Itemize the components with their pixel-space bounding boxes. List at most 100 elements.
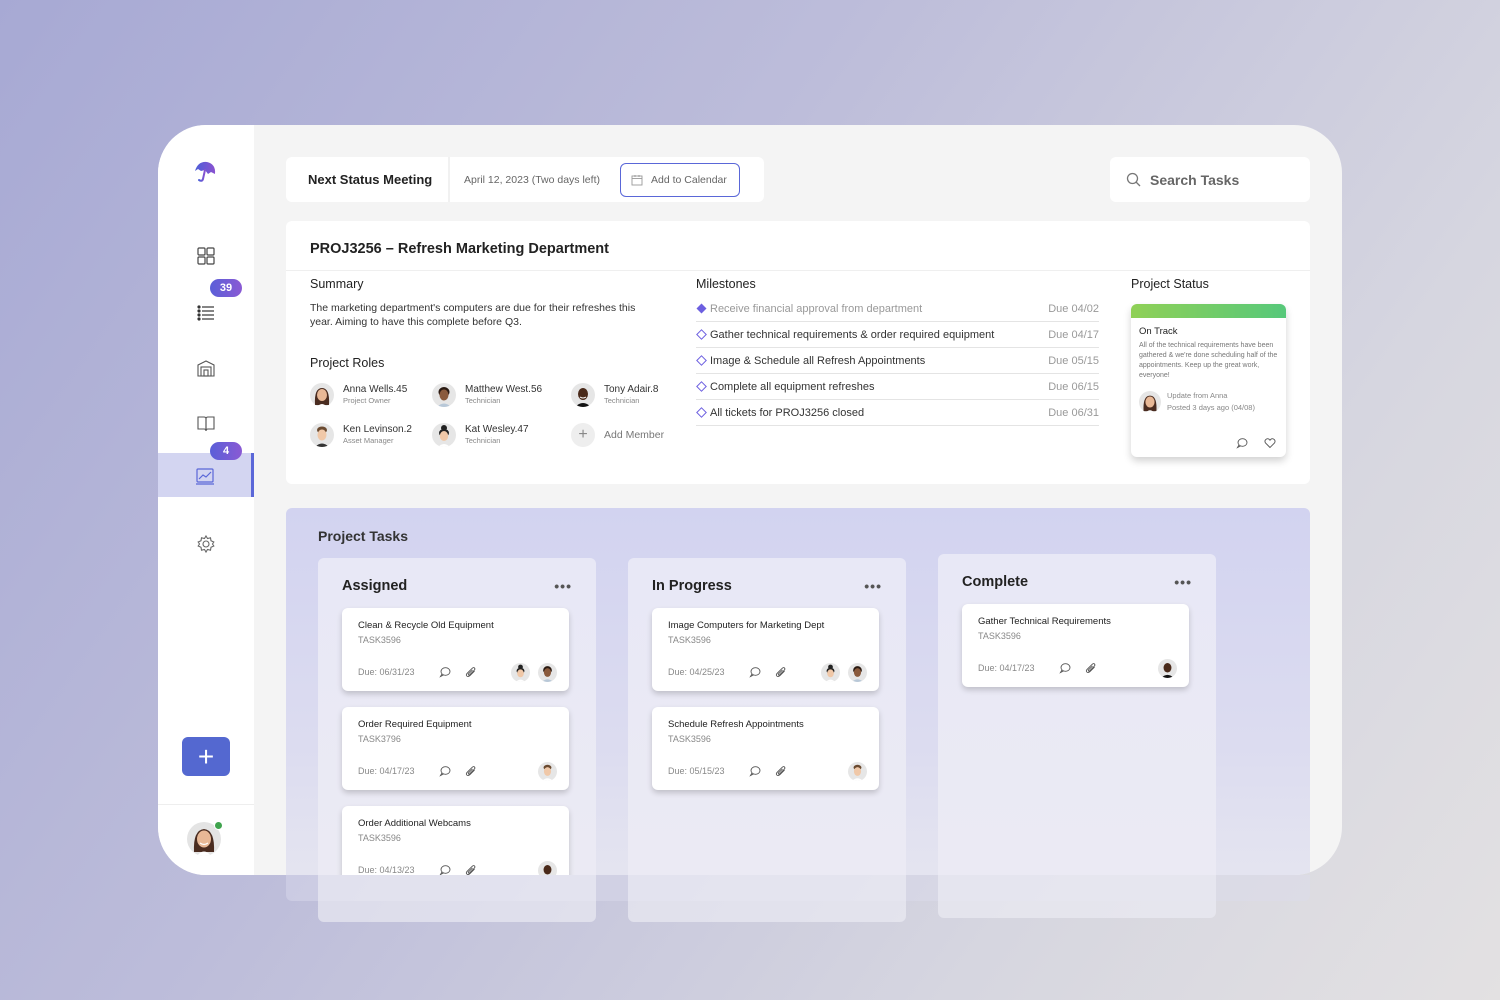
more-options-icon[interactable]: ••• <box>1174 574 1192 590</box>
tasks-badge: 39 <box>210 279 242 297</box>
paperclip-icon[interactable] <box>775 666 787 678</box>
status-card[interactable]: On Track All of the technical requiremen… <box>1131 304 1286 457</box>
task-due-date: Due: 06/31/23 <box>358 667 415 677</box>
paperclip-icon[interactable] <box>465 666 477 678</box>
sidebar-item-docs[interactable] <box>158 401 254 445</box>
role-item[interactable]: Anna Wells.45 Project Owner <box>310 383 407 407</box>
task-card[interactable]: Order Required Equipment TASK3796 Due: 04/… <box>342 707 569 790</box>
more-options-icon[interactable]: ••• <box>864 578 882 594</box>
milestone-label: Complete all equipment refreshes <box>710 380 875 393</box>
task-due-date: Due: 04/13/23 <box>358 865 415 875</box>
paperclip-icon[interactable] <box>1085 662 1097 674</box>
milestone-label: Image & Schedule all Refresh Appointment… <box>710 354 926 367</box>
comment-icon[interactable] <box>749 765 761 777</box>
assignee-avatar <box>538 762 557 781</box>
role-item[interactable]: Ken Levinson.2 Asset Manager <box>310 423 412 447</box>
more-options-icon[interactable]: ••• <box>554 578 572 594</box>
task-name: Gather Technical Requirements <box>978 616 1111 627</box>
task-card[interactable]: Gather Technical Requirements TASK3596 Due… <box>962 604 1189 687</box>
sidebar: 39 4 + <box>158 125 254 875</box>
task-card[interactable]: Schedule Refresh Appointments TASK3596 Due… <box>652 707 879 790</box>
search-icon <box>1126 172 1141 187</box>
sidebar-item-reports[interactable]: 4 <box>158 442 254 497</box>
task-card[interactable]: Clean & Recycle Old Equipment TASK3596 Due… <box>342 608 569 691</box>
sidebar-item-settings[interactable] <box>158 522 254 566</box>
paperclip-icon[interactable] <box>465 765 477 777</box>
task-assignees <box>538 762 557 781</box>
paperclip-icon[interactable] <box>775 765 787 777</box>
avatar <box>432 383 456 407</box>
column-overflow <box>318 875 596 922</box>
paperclip-icon[interactable] <box>465 864 477 875</box>
sidebar-item-dashboard[interactable] <box>158 234 254 278</box>
summary-text: The marketing department's computers are… <box>310 302 636 328</box>
add-member-button[interactable]: + Add Member <box>571 423 664 447</box>
task-actions <box>1059 662 1097 674</box>
milestone-due: Due 05/15 <box>1048 354 1099 367</box>
comment-icon[interactable] <box>439 765 451 777</box>
project-tasks-heading: Project Tasks <box>318 528 409 544</box>
task-actions <box>439 765 477 777</box>
milestones-list: Receive financial approval from departme… <box>696 296 1099 426</box>
milestone-due: Due 04/02 <box>1048 302 1099 315</box>
sidebar-item-warehouse[interactable] <box>158 346 254 390</box>
milestone-item[interactable]: Gather technical requirements & order re… <box>696 322 1099 348</box>
comment-icon[interactable] <box>439 864 451 875</box>
diamond-outline-icon <box>696 381 710 392</box>
diamond-outline-icon <box>696 407 710 418</box>
heart-icon[interactable] <box>1264 437 1276 449</box>
add-to-calendar-button[interactable]: Add to Calendar <box>620 162 740 197</box>
add-new-button[interactable]: + <box>182 737 230 776</box>
milestone-item[interactable]: Image & Schedule all Refresh Appointment… <box>696 348 1099 374</box>
comment-icon[interactable] <box>749 666 761 678</box>
role-item[interactable]: Kat Wesley.47 Technician <box>432 423 529 447</box>
column-title: Assigned <box>342 578 408 594</box>
search-input[interactable] <box>1150 171 1300 188</box>
diamond-filled-icon <box>696 303 710 314</box>
search-box[interactable] <box>1110 157 1310 202</box>
role-name: Anna Wells.45 <box>343 384 408 395</box>
reports-badge: 4 <box>210 442 242 460</box>
status-author: Update from Anna <box>1167 391 1228 400</box>
avatar <box>1139 391 1161 413</box>
diamond-outline-icon <box>696 329 710 340</box>
umbrella-logo-icon[interactable] <box>192 159 218 185</box>
milestone-due: Due 04/17 <box>1048 328 1099 341</box>
task-id: TASK3596 <box>668 635 711 645</box>
comment-icon[interactable] <box>1059 662 1071 674</box>
milestone-item[interactable]: Receive financial approval from departme… <box>696 296 1099 322</box>
milestone-item[interactable]: Complete all equipment refreshes Due 06/… <box>696 374 1099 400</box>
column-overflow <box>628 875 906 922</box>
milestone-item[interactable]: All tickets for PROJ3256 closed Due 06/3… <box>696 400 1099 426</box>
task-due-date: Due: 04/17/23 <box>358 766 415 776</box>
project-tasks-panel: Project Tasks Assigned ••• Clean & Recycle… <box>286 508 1310 875</box>
app-window: 39 4 + Next Status Meeting April 12, 202… <box>158 125 1342 875</box>
summary-heading: Summary <box>310 277 364 291</box>
sidebar-item-tasks[interactable]: 39 <box>158 279 254 334</box>
status-actions <box>1236 437 1276 449</box>
task-assignees <box>1158 659 1177 678</box>
online-status-indicator <box>214 821 223 830</box>
column-assigned: Assigned ••• Clean & Recycle Old Equipment… <box>318 558 596 875</box>
assignee-avatar <box>511 663 530 682</box>
comment-icon[interactable] <box>439 666 451 678</box>
roles-heading: Project Roles <box>310 356 385 370</box>
role-item[interactable]: Matthew West.56 Technician <box>432 383 542 407</box>
task-id: TASK3596 <box>358 635 401 645</box>
task-card[interactable]: Order Additional Webcams TASK3596 Due: 04/… <box>342 806 569 875</box>
list-icon <box>197 305 214 321</box>
task-due-date: Due: 05/15/23 <box>668 766 725 776</box>
task-card[interactable]: Image Computers for Marketing Dept TASK35… <box>652 608 879 691</box>
milestone-label: All tickets for PROJ3256 closed <box>710 406 865 419</box>
meeting-date: April 12, 2023 (Two days left) <box>464 173 600 186</box>
role-item[interactable]: Tony Adair.8 Technician <box>571 383 658 407</box>
assignee-avatar <box>848 762 867 781</box>
sidebar-divider <box>158 804 254 805</box>
role-title: Asset Manager <box>343 436 394 445</box>
task-due-date: Due: 04/17/23 <box>978 663 1035 673</box>
role-title: Project Owner <box>343 396 391 405</box>
project-title: PROJ3256 – Refresh Marketing Department <box>310 241 609 257</box>
task-assignees <box>511 663 557 682</box>
status-color-bar <box>1131 304 1286 318</box>
comment-icon[interactable] <box>1236 437 1248 449</box>
